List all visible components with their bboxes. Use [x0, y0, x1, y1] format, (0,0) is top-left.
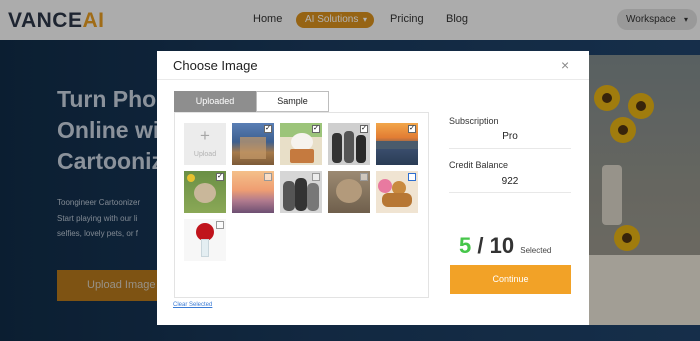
max-count: 10: [489, 233, 515, 258]
plus-icon: +: [200, 126, 210, 145]
image-thumbnail[interactable]: ✓: [184, 171, 226, 213]
image-thumbnail[interactable]: [376, 171, 418, 213]
dialog-title: Choose Image: [173, 58, 258, 73]
image-thumbnail[interactable]: [184, 219, 226, 261]
choose-image-dialog: Choose Image × Uploaded Sample + Upload …: [157, 51, 589, 325]
divider: [449, 192, 571, 193]
continue-button[interactable]: Continue: [450, 265, 571, 294]
image-thumbnail[interactable]: ✓: [232, 123, 274, 165]
checkbox-checked[interactable]: ✓: [360, 125, 368, 133]
image-thumbnail[interactable]: ✓: [376, 123, 418, 165]
credit-balance-value: 922: [501, 176, 519, 187]
checkbox-unchecked[interactable]: [216, 221, 224, 229]
image-thumbnail[interactable]: [280, 171, 322, 213]
checkbox-checked[interactable]: ✓: [216, 173, 224, 181]
image-grid: + Upload ✓ ✓ ✓ ✓ ✓: [174, 112, 429, 298]
subscription-value: Pro: [502, 131, 518, 142]
count-separator: /: [477, 233, 484, 258]
upload-tile[interactable]: + Upload: [184, 123, 226, 165]
checkbox-checked[interactable]: ✓: [408, 125, 416, 133]
checkbox-checked[interactable]: ✓: [312, 125, 320, 133]
credit-balance-label: Credit Balance: [449, 160, 509, 170]
divider: [449, 148, 571, 149]
checkbox-unchecked[interactable]: [408, 173, 416, 181]
checkbox-unchecked[interactable]: [360, 173, 368, 181]
tab-sample[interactable]: Sample: [256, 91, 329, 112]
image-thumbnail[interactable]: [232, 171, 274, 213]
checkbox-unchecked[interactable]: [312, 173, 320, 181]
checkbox-unchecked[interactable]: [264, 173, 272, 181]
divider: [157, 79, 589, 80]
clear-selected-link[interactable]: Clear Selected: [173, 302, 212, 308]
subscription-label: Subscription: [449, 116, 499, 126]
checkbox-checked[interactable]: ✓: [264, 125, 272, 133]
selected-count: 5: [459, 233, 472, 258]
selected-label: Selected: [520, 246, 552, 255]
selection-counter: 5 / 10 Selected: [459, 233, 579, 259]
close-icon[interactable]: ×: [561, 57, 569, 73]
image-thumbnail[interactable]: [328, 171, 370, 213]
tab-uploaded[interactable]: Uploaded: [174, 91, 256, 112]
upload-label: Upload: [193, 151, 217, 158]
image-thumbnail[interactable]: ✓: [328, 123, 370, 165]
image-thumbnail[interactable]: ✓: [280, 123, 322, 165]
